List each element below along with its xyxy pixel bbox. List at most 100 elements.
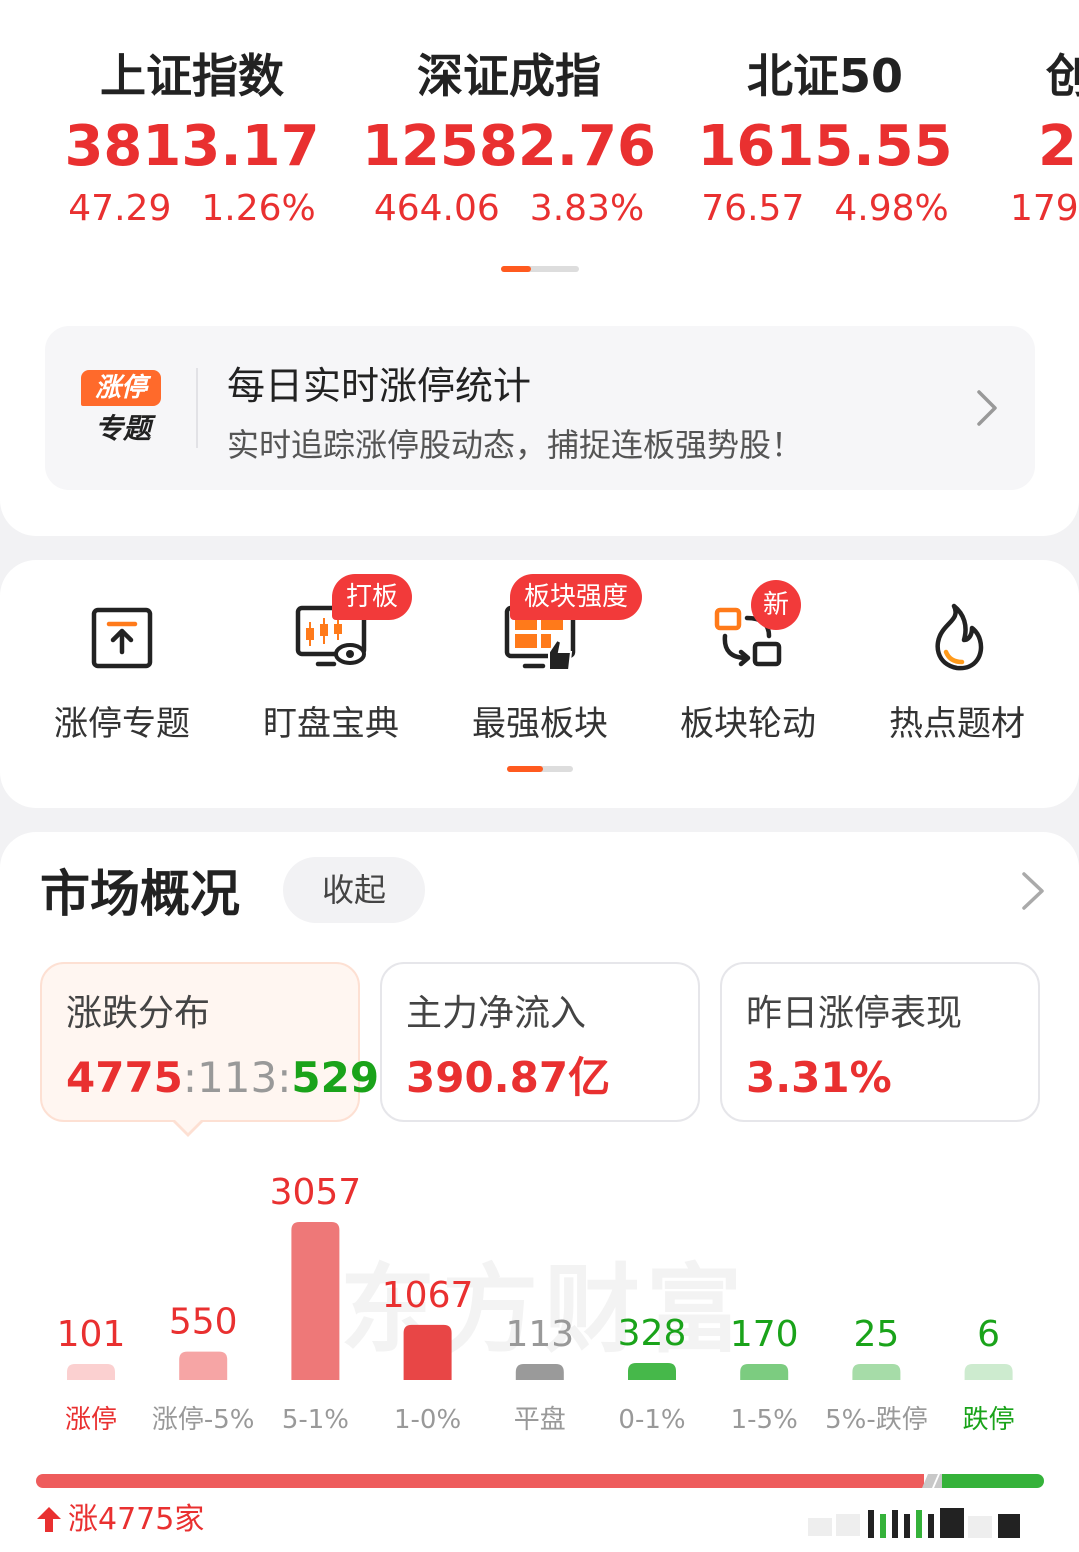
bar-1[interactable]: [179, 1351, 228, 1380]
logo-bottom-text: 专题: [94, 412, 151, 445]
market-title: 市场概况: [40, 865, 240, 923]
tool-watch-guide[interactable]: 盯盘宝典: [246, 600, 416, 750]
bar-value-label: 25: [853, 1314, 899, 1355]
stat-value: 390.87亿: [406, 1053, 611, 1102]
tool-limit-up-topic[interactable]: 涨停专题: [37, 600, 207, 750]
stat-card-pointer: [172, 1119, 204, 1137]
stat-title: 涨跌分布: [66, 993, 211, 1034]
index-value: 3813.17: [64, 114, 320, 179]
tool-sector-rotation[interactable]: 板块轮动: [663, 600, 833, 750]
index-pager: [501, 266, 579, 272]
index-value: 1615.55: [697, 114, 953, 179]
arrow-up-icon: [37, 1507, 61, 1532]
bar-value-label: 3057: [270, 1172, 362, 1213]
index-change-pct: 4.98%: [834, 188, 949, 229]
limit-up-banner[interactable]: 涨停 专题 每日实时涨停统计 实时追踪涨停股动态，捕捉连板强势股！: [45, 326, 1035, 490]
tool-label: 盯盘宝典: [263, 704, 399, 744]
x-tick-label: 涨停: [65, 1405, 117, 1435]
bar-value-label: 113: [505, 1314, 574, 1355]
updown-ratio-bar: [36, 1474, 1044, 1488]
index-value: 29: [1038, 114, 1079, 179]
stat-value-ratio: 4775:113:529: [66, 1050, 379, 1106]
index-change-pct: 1.26%: [201, 188, 316, 229]
updown-distribution-chart[interactable]: 101 涨停 550 涨停-5% 3057 5-1% 1067 1-0% 113 平盘 328 0-1…: [0, 1152, 1079, 1442]
index-change: 76.57 4.98%: [665, 184, 985, 234]
tool-label: 板块轮动: [680, 704, 816, 744]
down-count-value: 529: [291, 1053, 380, 1102]
flame-icon: [935, 603, 984, 671]
tool-hot-topics[interactable]: 热点题材: [872, 600, 1042, 750]
tool-badge-new: 新: [751, 580, 801, 630]
ratio-separator: :: [277, 1053, 292, 1102]
bar-3[interactable]: [403, 1324, 452, 1380]
bar-0[interactable]: [67, 1364, 115, 1380]
tool-label: 最强板块: [472, 704, 608, 744]
stat-value: 3.31%: [746, 1053, 892, 1102]
logo-top-text: 涨停: [81, 370, 161, 406]
stat-card-main-inflow[interactable]: 主力净流入 390.87亿: [380, 962, 700, 1122]
banner-title: 每日实时涨停统计: [227, 364, 532, 408]
flat-count-value: 113: [197, 1053, 278, 1102]
bar-8[interactable]: [964, 1364, 1013, 1380]
x-tick-label: 1-5%: [731, 1405, 798, 1435]
index-strip[interactable]: 上证指数 3813.17 47.29 1.26% 深证成指 12582.76 46…: [0, 44, 1079, 244]
collapse-button[interactable]: 收起: [283, 857, 425, 923]
index-name: 深证成指: [417, 49, 601, 103]
bar-value-label: 1067: [382, 1275, 474, 1316]
index-change-pct: 3.83%: [529, 188, 645, 229]
bar-6[interactable]: [740, 1364, 789, 1380]
stat-card-updown-distribution[interactable]: 涨跌分布 4775:113:529: [40, 962, 379, 1122]
tools-pager: [507, 766, 573, 772]
stat-title: 主力净流入: [406, 993, 587, 1034]
tool-badge-sector-strength: 板块强度: [510, 574, 643, 620]
bar-7[interactable]: [852, 1364, 901, 1380]
bar-2[interactable]: [291, 1222, 340, 1380]
stat-title: 昨日涨停表现: [746, 993, 963, 1034]
chevron-right-icon[interactable]: [1018, 870, 1048, 912]
top-card: 上证指数 3813.17 47.29 1.26% 深证成指 12582.76 46…: [0, 0, 1079, 536]
tool-strongest-sector[interactable]: 最强板块: [455, 600, 625, 750]
banner-subtitle: 实时追踪涨停股动态，捕捉连板强势股！: [227, 426, 804, 464]
index-name: 北证50: [746, 49, 903, 103]
market-overview-card: 市场概况 收起 涨跌分布 4775:113:529 主力净流入 390.87亿 …: [0, 832, 1079, 1552]
chevron-right-icon: [977, 390, 997, 426]
x-tick-label: 涨停-5%: [152, 1405, 255, 1435]
up-count-label: 涨4775家: [36, 1500, 204, 1540]
x-tick-label: 5-1%: [282, 1405, 349, 1435]
index-item-beijing50[interactable]: 北证50 1615.55 76.57 4.98%: [665, 44, 985, 234]
tools-pager-active: [507, 766, 543, 772]
index-item-chinext-partial[interactable]: 创 29 179: [1010, 44, 1079, 234]
index-pager-active: [501, 266, 531, 272]
x-tick-label: 0-1%: [618, 1405, 685, 1435]
bar-4[interactable]: [515, 1364, 564, 1380]
index-change-points: 464.06: [373, 188, 500, 229]
index-value: 12582.76: [361, 114, 657, 179]
upload-box-icon: [91, 607, 153, 669]
stat-card-yesterday-limitup[interactable]: 昨日涨停表现 3.31%: [720, 962, 1040, 1122]
bar-value-label: 6: [977, 1314, 1000, 1355]
x-tick-label: 5%-跌停: [825, 1405, 928, 1435]
bar-5[interactable]: [628, 1363, 676, 1380]
banner-divider: [196, 368, 198, 448]
index-change: 179: [1010, 184, 1079, 234]
tool-badge-daban: 打板: [332, 574, 413, 620]
mini-bars-graphic: [808, 1508, 1020, 1538]
index-name: 上证指数: [100, 49, 284, 103]
up-count-value: 4775: [66, 1053, 183, 1102]
bar-value-label: 101: [57, 1314, 126, 1355]
bar-value-label: 170: [730, 1314, 799, 1355]
index-change: 47.29 1.26%: [32, 184, 352, 234]
tools-card: 涨停专题 盯盘宝典 打板 最强板块 板块强度 板块轮动 新 热点题材: [0, 560, 1079, 808]
index-item-shanghai[interactable]: 上证指数 3813.17 47.29 1.26%: [32, 44, 352, 234]
tool-label: 涨停专题: [54, 704, 190, 744]
index-change-points: 179: [1010, 188, 1079, 229]
x-tick-label: 1-0%: [394, 1405, 461, 1435]
tool-label: 热点题材: [889, 704, 1025, 744]
bar-value-label: 328: [618, 1313, 687, 1354]
index-item-shenzhen[interactable]: 深证成指 12582.76 464.06 3.83%: [349, 44, 669, 234]
up-count-text: 涨4775家: [68, 1502, 205, 1537]
index-change: 464.06 3.83%: [349, 184, 669, 234]
index-name: 创: [1046, 49, 1079, 103]
limit-up-logo-icon: 涨停 专题: [81, 370, 161, 450]
x-tick-label: 跌停: [963, 1405, 1015, 1435]
